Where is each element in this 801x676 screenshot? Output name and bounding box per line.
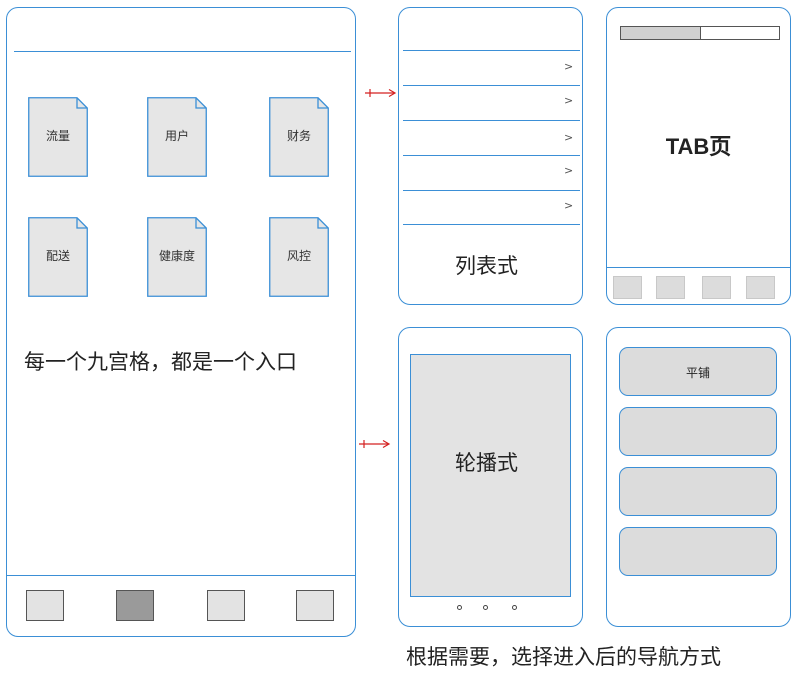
tab-button-4[interactable]: [746, 276, 775, 299]
tile-label: 平铺: [685, 366, 710, 380]
carousel-dot-2[interactable]: [483, 605, 488, 610]
list-row-divider: [403, 50, 580, 51]
tab-button-3[interactable]: [702, 276, 731, 299]
carousel-caption: 轮播式: [455, 451, 518, 475]
arrow-to-carousel: [359, 439, 391, 449]
carousel-dot-1[interactable]: [457, 605, 462, 610]
list-row-divider: [403, 190, 580, 191]
chevron-right-icon[interactable]: >: [564, 131, 573, 144]
tab-progress-bar: [620, 26, 780, 40]
arrow-to-list: [365, 88, 397, 98]
chevron-right-icon[interactable]: >: [564, 164, 573, 177]
tab-button-2[interactable]: [656, 276, 685, 299]
grid-header-divider: [14, 51, 351, 52]
tile-item-2[interactable]: [619, 407, 777, 456]
grid-item-users[interactable]: 用户: [147, 97, 207, 177]
tab-progress-fill: [621, 27, 701, 39]
list-row-divider: [403, 155, 580, 156]
grid-item-health[interactable]: 健康度: [147, 217, 207, 297]
list-caption: 列表式: [455, 254, 518, 278]
grid-item-label: 流量: [45, 129, 70, 143]
tile-item-4[interactable]: [619, 527, 777, 576]
grid-item-label: 用户: [164, 129, 189, 143]
grid-item-label: 风控: [286, 249, 311, 263]
bottom-nav-button-2[interactable]: [116, 590, 154, 621]
bottom-nav-button-3[interactable]: [207, 590, 245, 621]
grid-item-finance[interactable]: 财务: [269, 97, 329, 177]
tab-caption: TAB页: [665, 134, 732, 159]
grid-bottom-divider: [7, 575, 355, 576]
grid-item-label: 配送: [45, 249, 70, 263]
tab-button-1[interactable]: [613, 276, 642, 299]
list-row-divider: [403, 224, 580, 225]
chevron-right-icon[interactable]: >: [564, 94, 573, 107]
tile-item-3[interactable]: [619, 467, 777, 516]
grid-item-traffic[interactable]: 流量: [28, 97, 88, 177]
chevron-right-icon[interactable]: >: [564, 60, 573, 73]
tab-bar-divider: [607, 267, 790, 268]
grid-item-label: 健康度: [158, 249, 195, 263]
chevron-right-icon[interactable]: >: [564, 199, 573, 212]
grid-item-label: 财务: [286, 129, 311, 143]
list-row-divider: [403, 120, 580, 121]
tile-item-1[interactable]: 平铺: [619, 347, 777, 396]
grid-caption: 每一个九宫格，都是一个入口: [24, 350, 297, 374]
footer-caption: 根据需要，选择进入后的导航方式: [406, 645, 721, 669]
grid-item-risk[interactable]: 风控: [269, 217, 329, 297]
bottom-nav-button-1[interactable]: [26, 590, 64, 621]
grid-item-delivery[interactable]: 配送: [28, 217, 88, 297]
bottom-nav-button-4[interactable]: [296, 590, 334, 621]
carousel-dot-3[interactable]: [512, 605, 517, 610]
list-row-divider: [403, 85, 580, 86]
